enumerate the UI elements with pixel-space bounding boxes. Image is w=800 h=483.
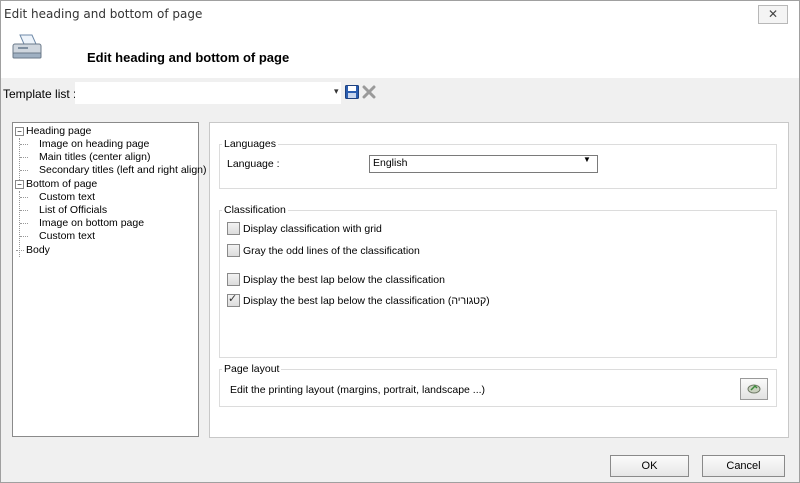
collapse-icon[interactable]: − <box>15 127 24 136</box>
classification-group-title: Classification <box>222 204 288 216</box>
grid-checkbox-label: Display classification with grid <box>243 223 382 235</box>
tree-connector <box>20 236 28 237</box>
language-value: English <box>373 157 408 169</box>
tree-connector <box>20 170 28 171</box>
ok-button[interactable]: OK <box>610 455 689 477</box>
template-list-combo[interactable] <box>75 82 341 104</box>
section-tree[interactable]: − Heading page Image on heading page Mai… <box>12 122 207 437</box>
best-lap-checkbox-label: Display the best lap below the classific… <box>243 274 445 286</box>
tree-node-image-heading[interactable]: Image on heading page <box>39 138 149 150</box>
language-label: Language : <box>227 158 280 170</box>
best-lap-category-checkbox[interactable]: ✓ <box>227 293 240 307</box>
tree-node-officials[interactable]: List of Officials <box>39 204 107 216</box>
tree-connector <box>20 144 28 145</box>
cancel-button[interactable]: Cancel <box>702 455 785 477</box>
tree-node-main-titles[interactable]: Main titles (center align) <box>39 151 150 163</box>
header-title: Edit heading and bottom of page <box>87 50 290 65</box>
tree-connector <box>20 210 28 211</box>
printer-settings-icon <box>747 384 761 394</box>
languages-group-title: Languages <box>222 138 278 150</box>
tree-node-image-bottom[interactable]: Image on bottom page <box>39 217 144 229</box>
tree-connector <box>16 250 24 251</box>
edit-layout-button[interactable] <box>740 378 768 400</box>
tree-node-heading-page[interactable]: Heading page <box>26 125 91 137</box>
tree-connector <box>20 197 28 198</box>
template-list-label: Template list : <box>3 87 77 101</box>
gray-lines-checkbox[interactable] <box>227 244 240 257</box>
tree-node-body[interactable]: Body <box>26 244 50 256</box>
checkmark-icon: ✓ <box>228 293 238 305</box>
tree-node-custom-text[interactable]: Custom text <box>39 230 95 242</box>
save-icon[interactable] <box>345 85 359 99</box>
best-lap-category-checkbox-label: Display the best lap below the classific… <box>243 295 490 307</box>
tree-connector <box>19 191 20 257</box>
delete-icon[interactable] <box>362 85 376 99</box>
tree-connector <box>20 223 28 224</box>
window-title: Edit heading and bottom of page <box>4 7 203 21</box>
page-layout-description: Edit the printing layout (margins, portr… <box>230 384 486 396</box>
tree-connector <box>20 157 28 158</box>
chevron-down-icon[interactable]: ▼ <box>583 155 591 164</box>
printer-icon <box>12 34 42 59</box>
collapse-icon[interactable]: − <box>15 180 24 189</box>
best-lap-checkbox[interactable] <box>227 273 240 286</box>
close-icon: ✕ <box>767 7 779 21</box>
tree-node-bottom-page[interactable]: Bottom of page <box>26 178 97 190</box>
close-button[interactable]: ✕ <box>758 5 788 24</box>
page-layout-group-title: Page layout <box>222 363 282 375</box>
gray-lines-checkbox-label: Gray the odd lines of the classification <box>243 245 420 257</box>
tree-node-custom-text[interactable]: Custom text <box>39 191 95 203</box>
chevron-down-icon[interactable]: ▾ <box>334 86 339 97</box>
grid-checkbox[interactable] <box>227 222 240 235</box>
tree-node-secondary-titles[interactable]: Secondary titles (left and right align) <box>39 164 207 176</box>
